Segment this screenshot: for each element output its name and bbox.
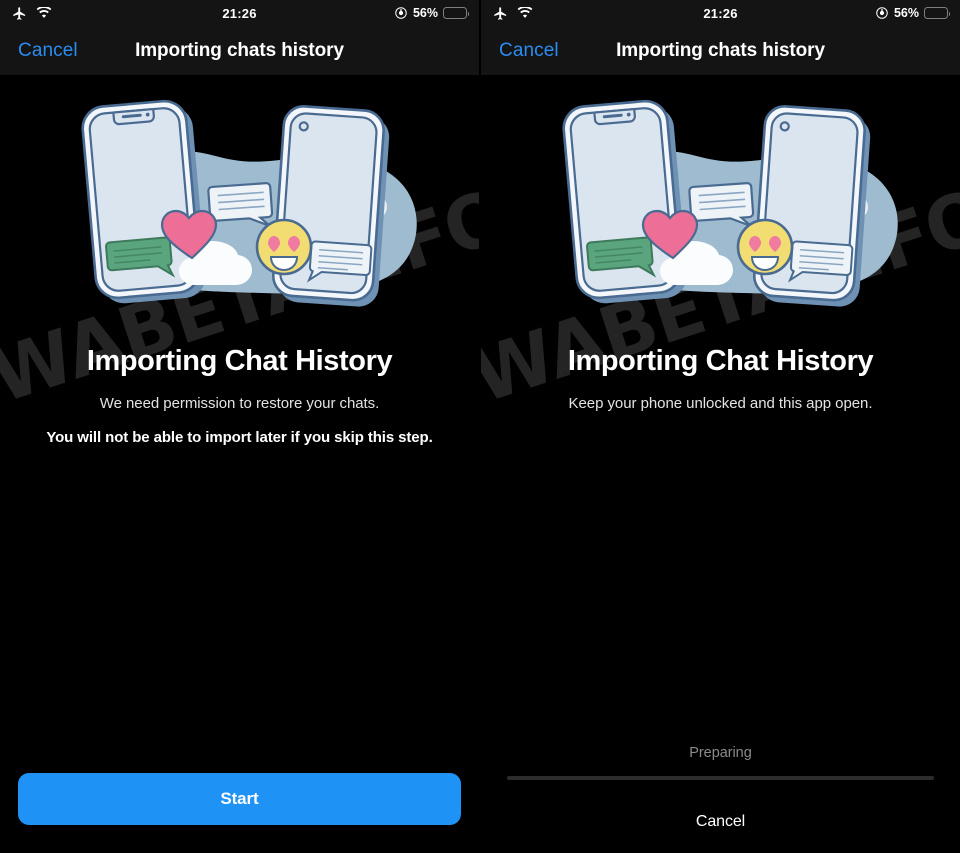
progress-status-label: Preparing	[689, 745, 752, 761]
battery-percentage-label: 56%	[412, 6, 438, 20]
battery-percentage-label: 56%	[893, 6, 919, 20]
footer-primary-action: Start	[0, 773, 479, 853]
wifi-icon	[36, 7, 52, 19]
nav-cancel-button[interactable]: Cancel	[18, 40, 78, 62]
navigation-bar: Cancel Importing chats history	[481, 26, 960, 75]
import-progress: Preparing	[481, 745, 960, 780]
status-bar: 21:26 56%	[481, 0, 960, 26]
wifi-icon	[517, 7, 533, 19]
status-bar-right-icons: 56%	[394, 6, 470, 20]
rotation-lock-icon	[875, 6, 889, 20]
dual-screenshot-comparison: 21:26 56% Cancel Importing chats history…	[0, 0, 960, 853]
nav-cancel-button[interactable]: Cancel	[499, 40, 559, 62]
airplane-mode-icon	[12, 6, 27, 21]
screen-subtitle: Keep your phone unlocked and this app op…	[568, 395, 873, 413]
status-bar-right-icons: 56%	[875, 6, 951, 20]
status-bar-left-icons	[12, 6, 52, 21]
chat-transfer-illustration	[481, 89, 960, 339]
screen-warning: You will not be able to import later if …	[46, 429, 433, 447]
panel-progress-step: 21:26 56% Cancel Importing chats history…	[481, 0, 960, 853]
battery-icon	[924, 7, 951, 19]
two-phones-chat-transfer-illustration	[561, 99, 898, 307]
screen-title: Importing Chat History	[86, 345, 393, 377]
screen-subtitle: We need permission to restore your chats…	[99, 395, 380, 413]
text-block: Importing Chat History We need permissio…	[0, 345, 479, 446]
chat-transfer-illustration	[0, 89, 479, 339]
footer-progress-action: Preparing Cancel	[481, 745, 960, 853]
airplane-mode-icon	[493, 6, 508, 21]
progress-bar-track	[507, 776, 934, 780]
cancel-import-button[interactable]: Cancel	[481, 813, 960, 831]
panel-content: CWABETAINFO	[0, 75, 479, 853]
text-block: Importing Chat History Keep your phone u…	[481, 345, 960, 412]
screen-title: Importing Chat History	[567, 345, 874, 377]
status-bar: 21:26 56%	[0, 0, 479, 26]
navigation-bar: Cancel Importing chats history	[0, 26, 479, 75]
status-bar-left-icons	[493, 6, 533, 21]
panel-content: CWABETAINFO	[481, 75, 960, 853]
battery-icon	[443, 7, 470, 19]
panel-permission-step: 21:26 56% Cancel Importing chats history…	[0, 0, 479, 853]
start-button[interactable]: Start	[18, 773, 461, 825]
two-phones-chat-transfer-illustration	[80, 99, 417, 307]
rotation-lock-icon	[394, 6, 408, 20]
